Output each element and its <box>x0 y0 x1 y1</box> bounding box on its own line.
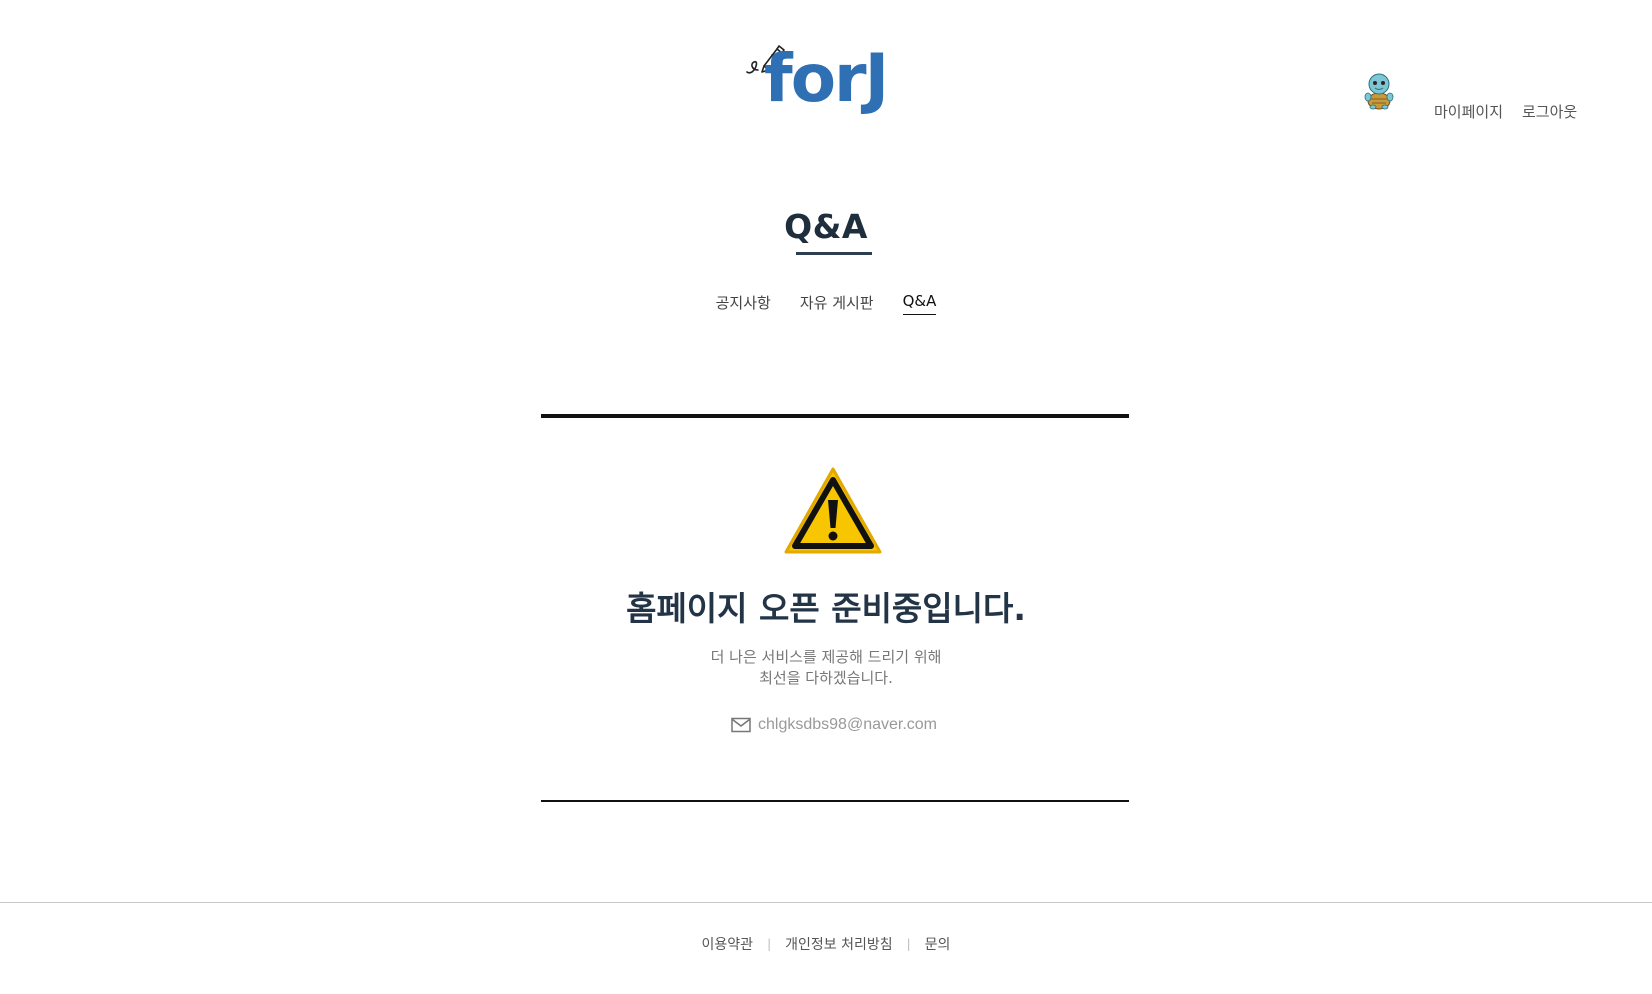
footer-separator: | <box>767 937 772 951</box>
logo-text: forJ <box>764 40 889 117</box>
tab-free-board[interactable]: 자유 게시판 <box>800 292 874 315</box>
warning-triangle-icon <box>784 467 882 554</box>
tab-notice[interactable]: 공지사항 <box>716 292 771 315</box>
turtle-avatar-icon[interactable] <box>1362 72 1396 110</box>
footer-contact-link[interactable]: 문의 <box>925 934 951 954</box>
board-tabs: 공지사항 자유 게시판 Q&A <box>0 292 1652 315</box>
mypage-link[interactable]: 마이페이지 <box>1434 101 1503 122</box>
logout-link[interactable]: 로그아웃 <box>1522 101 1577 122</box>
contact-email: chlgksdbs98@naver.com <box>731 716 937 734</box>
footer-privacy-link[interactable]: 개인정보 처리방침 <box>785 934 893 954</box>
page: forJ 마이페이지 로그아웃 Q&A 공지사항 자유 게시판 Q&A 홈페이지… <box>0 0 1652 994</box>
footer-separator: | <box>906 937 911 951</box>
footer-links: 이용약관 | 개인정보 처리방침 | 문의 <box>0 934 1652 954</box>
notice-desc-line2: 최선을 다하겠습니다. <box>759 669 893 687</box>
logo-link[interactable]: forJ <box>746 42 911 122</box>
mail-icon <box>731 717 751 733</box>
footer-divider <box>0 902 1652 903</box>
notice-heading: 홈페이지 오픈 준비중입니다. <box>626 589 1026 628</box>
tab-qna[interactable]: Q&A <box>902 292 937 315</box>
title-underline <box>796 252 872 255</box>
content-bottom-divider <box>541 800 1129 802</box>
page-title: Q&A <box>784 207 868 246</box>
footer-terms-link[interactable]: 이용약관 <box>702 934 754 954</box>
notice-desc-line1: 더 나은 서비스를 제공해 드리기 위해 <box>710 648 942 666</box>
email-link[interactable]: chlgksdbs98@naver.com <box>758 716 937 734</box>
content-top-divider <box>541 414 1129 418</box>
